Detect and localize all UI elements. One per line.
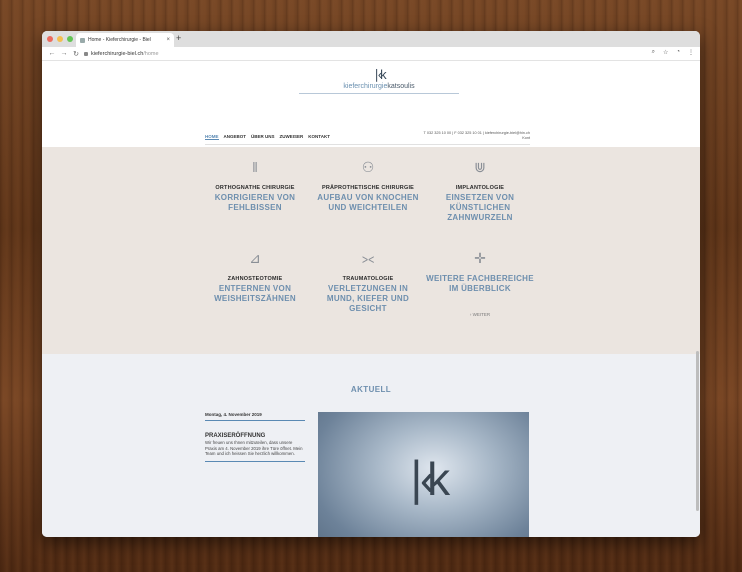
nav-home[interactable]: HOME	[205, 134, 219, 140]
new-tab-button[interactable]: +	[176, 33, 181, 43]
logo-word-b: katsoulis	[387, 83, 415, 90]
nav-kontakt[interactable]: KONTAKT	[308, 134, 330, 140]
logo-word-a: kieferchirurgie	[343, 83, 388, 90]
service-card[interactable]: ⊿ ZAHNOSTEOTOMIE ENTFERNEN VON WEISHEITS…	[200, 248, 310, 304]
browser-tab[interactable]: Home - Kieferchirurgie - Biel ×	[76, 33, 174, 47]
news-image: ∣‹k	[318, 412, 529, 537]
service-card[interactable]: ✛ WEITERE FACHBEREICHE IM ÜBERBLICK › WE…	[425, 248, 535, 317]
nav-divider	[205, 144, 530, 145]
close-tab-icon[interactable]: ×	[166, 37, 170, 43]
post-divider	[205, 460, 305, 462]
lock-icon	[84, 52, 88, 56]
service-sub: WEITERE FACHBEREICHE IM ÜBERBLICK	[426, 274, 534, 293]
post-title: PRAXISERÖFFNUNG	[205, 433, 266, 439]
nav-zuweiser[interactable]: ZUWEISER	[280, 134, 304, 140]
service-head: ORTHOGNATHE CHIRURGIE	[215, 185, 295, 191]
site-logo[interactable]: ∣‹k kieferchirurgiekatsoulis	[299, 67, 459, 94]
contact-info: T 032 325 10 00 | F 032 325 10 01 | kief…	[424, 131, 530, 141]
loading-icon: ◔	[676, 49, 680, 55]
search-icon[interactable]: ⌕	[652, 49, 655, 56]
webpage: ∣‹k kieferchirurgiekatsoulis HOME ANGEBO…	[42, 61, 700, 537]
post-date: Montag, 4. November 2019	[205, 412, 305, 421]
nav-ueber-uns[interactable]: ÜBER UNS	[251, 134, 275, 140]
favicon-icon	[80, 37, 85, 43]
service-sub: VERLETZUNGEN IN MUND, KIEFER UND GESICHT	[326, 284, 410, 313]
service-card[interactable]: ⚇ PRÄPROTHETISCHE CHIRURGIE AUFBAU VON K…	[313, 157, 423, 213]
jaw-alignment-icon: 𝍪	[252, 159, 258, 175]
service-sub: AUFBAU VON KNOCHEN UND WEICHTEILEN	[317, 193, 419, 212]
service-sub: EINSETZEN VON KÜNSTLICHEN ZAHNWURZELN	[445, 193, 515, 222]
browser-window: Home - Kieferchirurgie - Biel × + ← → ↻ …	[42, 31, 700, 537]
service-head: TRAUMATOLOGIE	[342, 276, 394, 282]
services-section: 𝍪 ORTHOGNATHE CHIRURGIE KORRIGIEREN VON …	[42, 147, 700, 354]
back-icon[interactable]: ←	[47, 50, 57, 58]
post-text: Wir freuen uns Ihnen mitzuteilen, dass u…	[205, 440, 303, 456]
main-nav: HOME ANGEBOT ÜBER UNS ZUWEISER KONTAKT	[205, 134, 330, 140]
more-link[interactable]: › WEITER	[425, 312, 535, 317]
bookmark-star-icon[interactable]: ☆	[663, 49, 668, 56]
maximize-window-button[interactable]	[67, 36, 73, 42]
scrollbar[interactable]	[696, 351, 699, 511]
bone-graft-icon: ⚇	[361, 159, 375, 175]
trauma-icon: ⪥	[361, 250, 375, 266]
implant-icon: ⋓	[474, 159, 486, 175]
service-card[interactable]: ⪥ TRAUMATOLOGIE VERLETZUNGEN IN MUND, KI…	[313, 248, 423, 314]
service-head: ZAHNOSTEOTOMIE	[227, 276, 283, 282]
browser-toolbar: ← → ↻ kieferchirurgie-biel.ch/home ⌕ ☆ ◔…	[42, 47, 700, 61]
tab-bar: Home - Kieferchirurgie - Biel × +	[42, 31, 700, 47]
service-sub: ENTFERNEN VON WEISHEITSZÄHNEN	[214, 284, 296, 303]
tab-title: Home - Kieferchirurgie - Biel	[88, 37, 151, 43]
menu-dots-icon[interactable]: ⋮	[688, 49, 694, 56]
close-window-button[interactable]	[47, 36, 53, 42]
service-sub: KORRIGIEREN VON FEHLBISSEN	[214, 193, 296, 212]
tooth-extraction-icon: ⊿	[249, 250, 261, 266]
contact-line: T 032 325 10 00 | F 032 325 10 01 | kief…	[423, 131, 530, 135]
url-host: kieferchirurgie-biel.ch	[91, 51, 144, 57]
news-section: AKTUELL Montag, 4. November 2019 PRAXISE…	[42, 354, 700, 537]
nav-angebot[interactable]: ANGEBOT	[224, 134, 247, 140]
window-controls	[47, 36, 73, 42]
minimize-window-button[interactable]	[57, 36, 63, 42]
service-head: PRÄPROTHETISCHE CHIRURGIE	[321, 185, 415, 191]
service-card[interactable]: ⋓ IMPLANTOLOGIE EINSETZEN VON KÜNSTLICHE…	[425, 157, 535, 223]
forward-icon[interactable]: →	[59, 50, 69, 58]
url-path: /home	[143, 51, 159, 57]
news-post[interactable]: Montag, 4. November 2019 PRAXISERÖFFNUNG…	[205, 412, 305, 462]
logo-mark: ∣‹k	[373, 67, 386, 82]
site-header: ∣‹k kieferchirurgiekatsoulis HOME ANGEBO…	[42, 61, 700, 147]
plus-icon: ✛	[474, 250, 486, 266]
news-title: AKTUELL	[350, 385, 392, 394]
logo-underline	[299, 93, 459, 94]
news-image-logo: ∣‹k	[404, 453, 450, 505]
reload-icon[interactable]: ↻	[71, 50, 81, 58]
address-bar[interactable]: kieferchirurgie-biel.ch/home	[84, 49, 644, 59]
service-head: IMPLANTOLOGIE	[455, 185, 505, 191]
contact-line: Kont	[522, 136, 530, 140]
service-card[interactable]: 𝍪 ORTHOGNATHE CHIRURGIE KORRIGIEREN VON …	[200, 157, 310, 213]
